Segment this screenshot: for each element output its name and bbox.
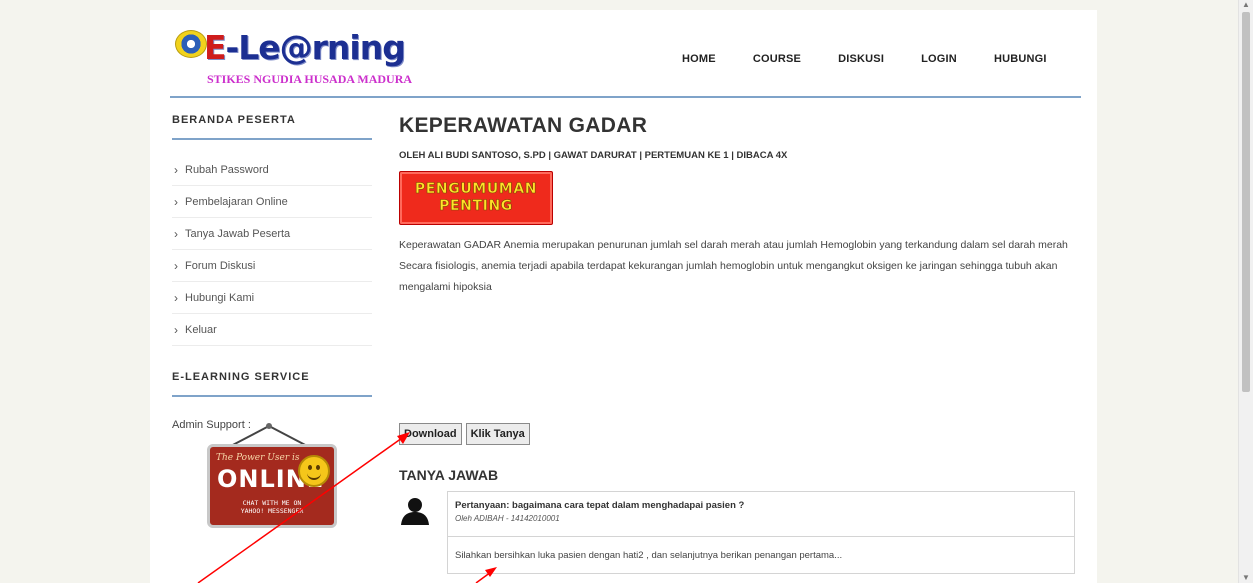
- sidebar-item-label: Pembelajaran Online: [185, 195, 288, 208]
- banner-line1: PENGUMUMAN: [414, 181, 538, 198]
- smiley-icon: [298, 455, 330, 487]
- qa-question: Pertanyaan: bagaimana cara tepat dalam m…: [448, 492, 1074, 537]
- sidebar-item-keluar[interactable]: › Keluar: [172, 314, 372, 346]
- main-nav: HOME COURSE DISKUSI LOGIN HUBUNGI: [682, 53, 1084, 65]
- site-logo[interactable]: E-Le@rning STIKES NGUDIA HUSADA MADURA: [172, 22, 432, 90]
- sidebar: BERANDA PESERTA › Rubah Password › Pembela…: [172, 114, 372, 528]
- sidebar-title-beranda: BERANDA PESERTA: [172, 114, 372, 140]
- chevron-right-icon: ›: [174, 194, 178, 209]
- badge-footer-line1: CHAT WITH ME ON: [242, 499, 302, 507]
- sidebar-item-forum-diskusi[interactable]: › Forum Diskusi: [172, 250, 372, 282]
- logo-text: E-Le@rning: [204, 28, 406, 67]
- article-body: Keperawatan GADAR Anemia merupakan penur…: [399, 239, 1068, 293]
- question-text: Pertanyaan: bagaimana cara tepat dalam m…: [455, 500, 745, 511]
- ask-question-button[interactable]: Klik Tanya: [465, 423, 530, 445]
- badge-footer-line2: YAHOO! MESSENGER: [240, 507, 304, 515]
- nav-login[interactable]: LOGIN: [921, 53, 957, 65]
- chevron-right-icon: ›: [174, 258, 178, 273]
- page-container: E-Le@rning STIKES NGUDIA HUSADA MADURA H…: [150, 10, 1097, 583]
- sidebar-item-tanya-jawab[interactable]: › Tanya Jawab Peserta: [172, 218, 372, 250]
- qa-section-title: TANYA JAWAB: [399, 467, 499, 483]
- action-buttons: Download Klik Tanya: [399, 423, 534, 445]
- user-avatar-icon: [401, 498, 429, 525]
- sidebar-item-label: Rubah Password: [185, 163, 269, 176]
- qa-answer: Silahkan bersihkan luka pasien dengan ha…: [455, 549, 843, 561]
- sidebar-item-label: Tanya Jawab Peserta: [185, 227, 291, 240]
- logo-text-e: E: [204, 28, 227, 67]
- logo-text-rest: -Le@rning: [225, 28, 406, 67]
- sidebar-title-service: E-LEARNING SERVICE: [172, 371, 372, 397]
- main-content: KEPERAWATAN GADAR OLEH ALI BUDI SANTOSO,…: [399, 114, 1079, 574]
- chevron-right-icon: ›: [174, 162, 178, 177]
- online-chat-badge[interactable]: The Power User is ONLINE CHAT WITH ME ON…: [205, 422, 337, 530]
- chevron-right-icon: ›: [174, 290, 178, 305]
- badge-footer: CHAT WITH ME ON YAHOO! MESSENGER: [210, 499, 334, 515]
- scroll-down-icon[interactable]: ▼: [1242, 574, 1250, 582]
- sidebar-item-rubah-password[interactable]: › Rubah Password: [172, 154, 372, 186]
- logo-emblem-icon: [175, 30, 207, 58]
- download-button[interactable]: Download: [399, 423, 462, 445]
- nav-diskusi[interactable]: DISKUSI: [838, 53, 884, 65]
- sidebar-item-pembelajaran-online[interactable]: › Pembelajaran Online: [172, 186, 372, 218]
- nav-home[interactable]: HOME: [682, 53, 716, 65]
- chevron-right-icon: ›: [174, 226, 178, 241]
- scrollbar-thumb[interactable]: [1242, 12, 1250, 392]
- banner-line2: PENTING: [439, 198, 513, 215]
- scroll-up-icon[interactable]: ▲: [1242, 1, 1250, 9]
- sidebar-item-label: Hubungi Kami: [185, 291, 255, 304]
- sidebar-item-hubungi-kami[interactable]: › Hubungi Kami: [172, 282, 372, 314]
- page-title: KEPERAWATAN GADAR: [399, 114, 648, 137]
- chevron-right-icon: ›: [174, 322, 178, 337]
- article-meta: OLEH ALI BUDI SANTOSO, S.PD | GAWAT DARU…: [399, 150, 788, 161]
- sidebar-menu: › Rubah Password › Pembelajaran Online › Ta…: [172, 154, 372, 346]
- badge-small-text: The Power User is: [216, 453, 300, 463]
- header-divider: [170, 96, 1081, 98]
- sidebar-item-label: Keluar: [185, 323, 217, 336]
- question-author: Oleh ADIBAH - 14142010001: [455, 514, 560, 523]
- nav-course[interactable]: COURSE: [753, 53, 801, 65]
- sidebar-item-label: Forum Diskusi: [185, 259, 256, 272]
- qa-item: Pertanyaan: bagaimana cara tepat dalam m…: [447, 491, 1075, 574]
- badge-board: The Power User is ONLINE CHAT WITH ME ON…: [207, 444, 337, 528]
- vertical-scrollbar[interactable]: ▲ ▼: [1238, 0, 1253, 583]
- nav-hubungi[interactable]: HUBUNGI: [994, 53, 1047, 65]
- announcement-banner: PENGUMUMAN PENTING: [399, 171, 553, 225]
- logo-subtitle: STIKES NGUDIA HUSADA MADURA: [207, 72, 413, 86]
